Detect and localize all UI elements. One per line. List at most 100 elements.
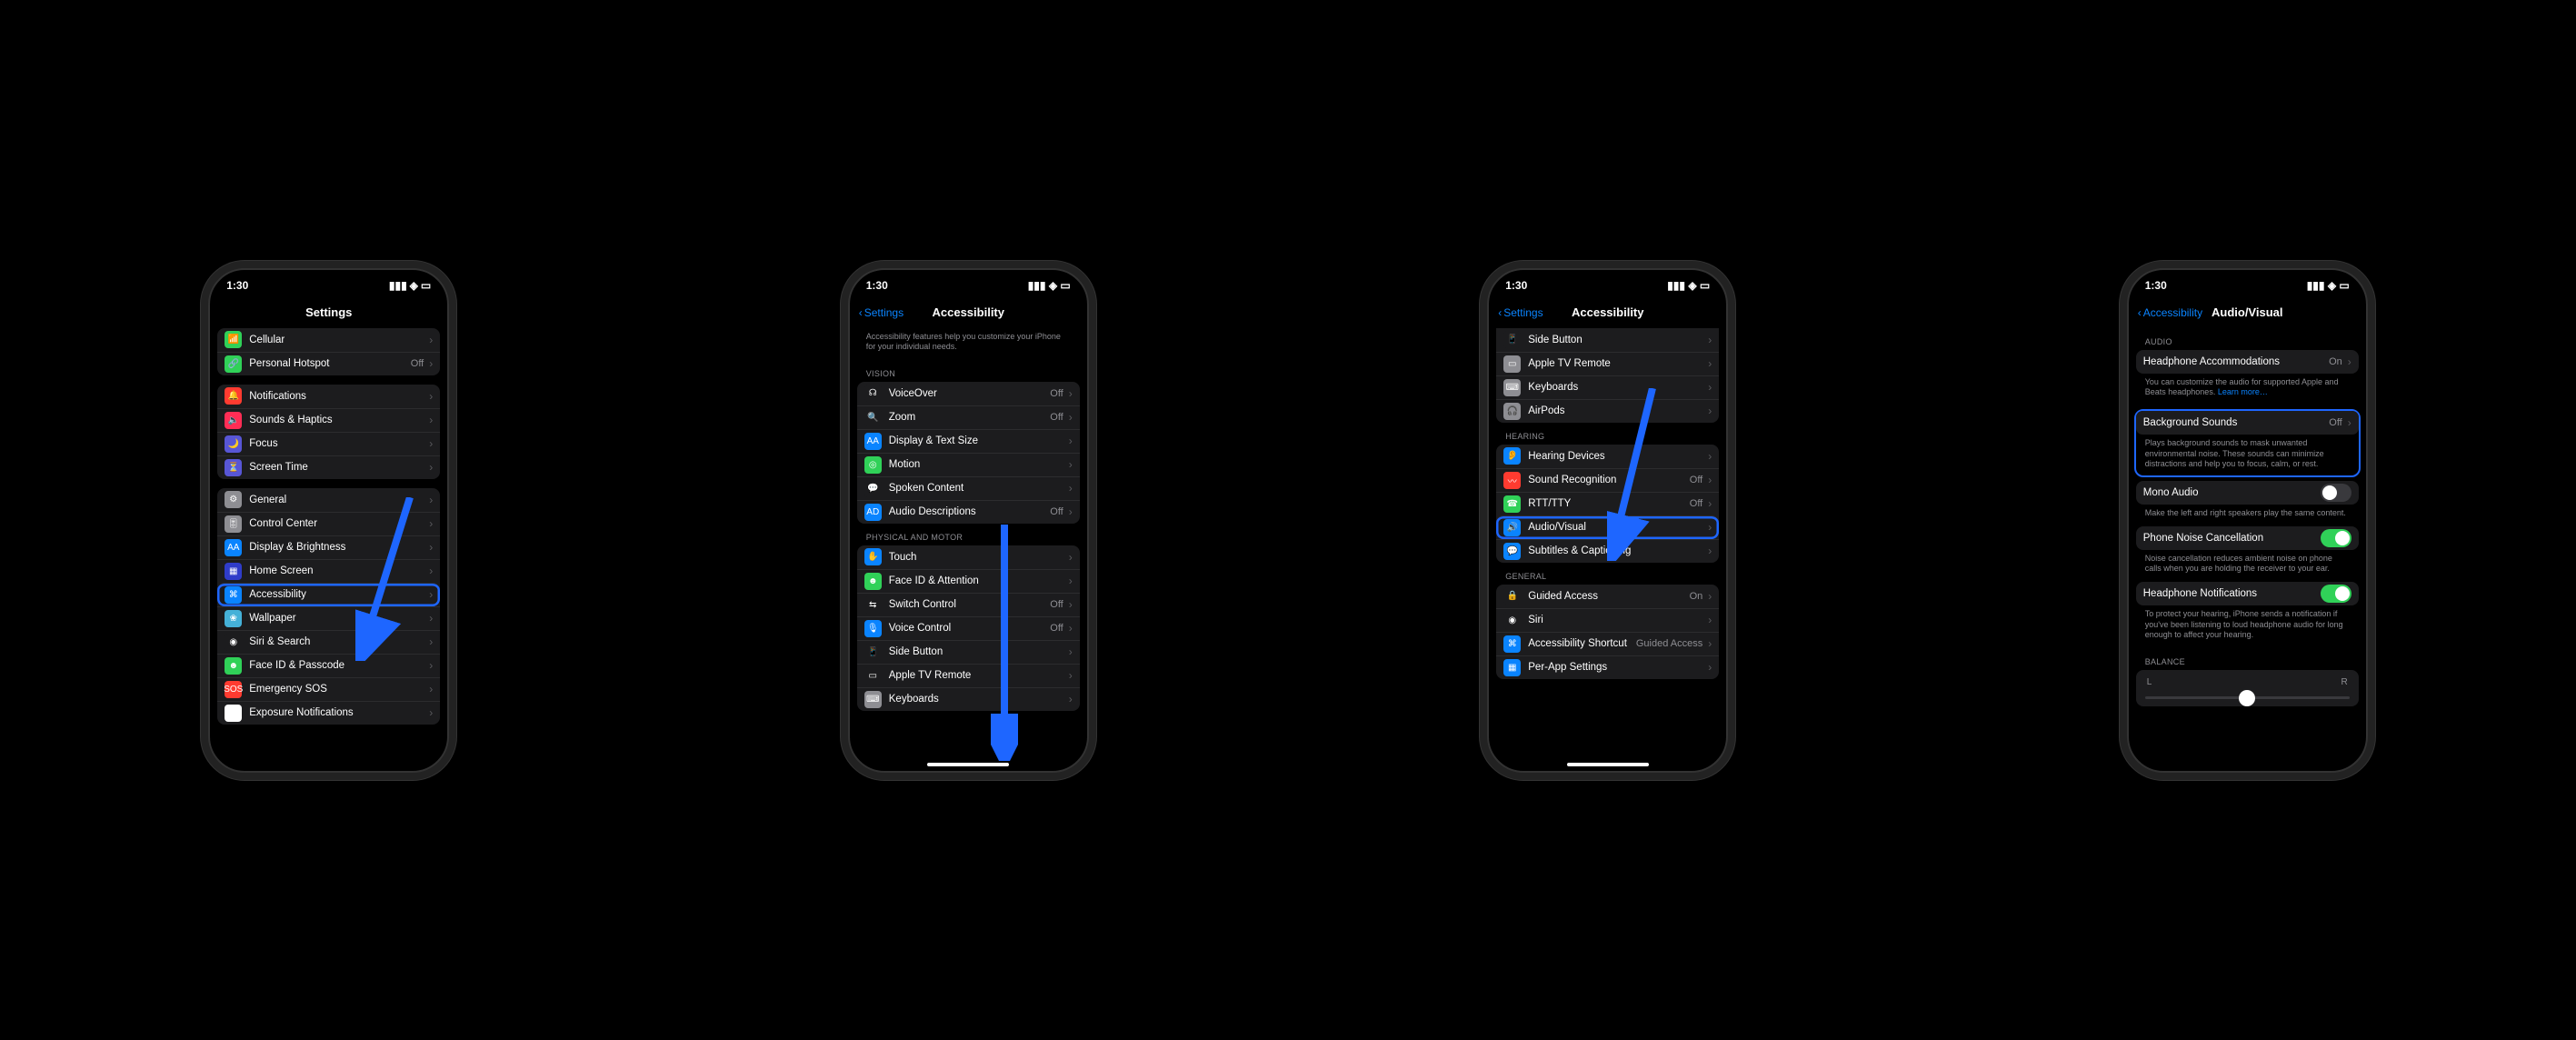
row-guided-access[interactable]: 🔒Guided AccessOn› [1496,585,1719,608]
settings-list[interactable]: 📶Cellular›🔗Personal HotspotOff› 🔔Notific… [210,328,447,771]
row-headphone-accommodations[interactable]: Headphone Accommodations On › [2136,350,2359,374]
chevron-left-icon: ‹ [2138,306,2142,319]
row-audio-descriptions[interactable]: ADAudio DescriptionsOff› [857,500,1080,524]
row-face-id-passcode[interactable]: ☻Face ID & Passcode› [217,654,440,677]
subtitles-captioning-icon: 💬 [1503,543,1521,560]
home-indicator[interactable] [1567,763,1649,766]
row-value: Off [1050,412,1063,423]
row-motion[interactable]: ◎Motion› [857,453,1080,476]
row-hearing-devices[interactable]: 👂Hearing Devices› [1496,445,1719,468]
chevron-right-icon: › [429,494,433,506]
accessibility-icon: ⌘ [225,586,242,604]
row-headphone-notifications[interactable]: Headphone Notifications [2136,582,2359,605]
touch-icon: ✋ [864,548,882,565]
row-siri[interactable]: ◉Siri› [1496,608,1719,632]
toggle-mono-audio[interactable] [2321,484,2351,502]
row-display-text-size[interactable]: AADisplay & Text Size› [857,429,1080,453]
row-notifications[interactable]: 🔔Notifications› [217,385,440,408]
row-display-brightness[interactable]: AADisplay & Brightness› [217,535,440,559]
row-exposure-notifications[interactable]: ⊙Exposure Notifications› [217,701,440,725]
row-siri-search[interactable]: ◉Siri & Search› [217,630,440,654]
row-noise-cancellation[interactable]: Phone Noise Cancellation [2136,526,2359,550]
back-button[interactable]: ‹ Settings [859,297,904,328]
row-audio-visual[interactable]: 🔊Audio/Visual› [1496,515,1719,539]
row-label: General [249,495,425,505]
row-side-button[interactable]: 📱Side Button› [1496,328,1719,352]
row-apple-tv-remote[interactable]: ▭Apple TV Remote› [857,664,1080,687]
nav-header: ‹ Settings Accessibility [850,297,1087,328]
audio-visual-list[interactable]: AUDIO Headphone Accommodations On › You … [2129,328,2366,771]
nav-header: ‹ Settings Accessibility [1489,297,1726,328]
status-icons: ▮▮▮ ◈ ▭ [1028,279,1071,292]
row-label: Siri [1528,615,1704,625]
row-label: Motion [889,459,1065,470]
row-voice-control[interactable]: 🎙Voice ControlOff› [857,616,1080,640]
toggle-headphone-notifications[interactable] [2321,585,2351,603]
row-accessibility[interactable]: ⌘Accessibility› [217,583,440,606]
accessibility-list[interactable]: Accessibility features help you customiz… [850,328,1087,771]
slider-thumb[interactable] [2239,690,2255,706]
back-button[interactable]: ‹ Settings [1498,297,1543,328]
phone-audio-visual: 1:30 ▮▮▮ ◈ ▭ ‹ Accessibility Audio/Visua… [2127,268,2368,773]
row-subtitles-captioning[interactable]: 💬Subtitles & Captioning› [1496,539,1719,563]
chevron-right-icon: › [429,414,433,426]
hpn-body: To protect your hearing, iPhone sends a … [2136,605,2359,648]
chevron-left-icon: ‹ [859,306,863,319]
chevron-right-icon: › [429,334,433,346]
row-wallpaper[interactable]: ❀Wallpaper› [217,606,440,630]
chevron-right-icon: › [2348,416,2351,429]
slider-track[interactable] [2145,696,2350,699]
row-control-center[interactable]: 🎚Control Center› [217,512,440,535]
chevron-right-icon: › [1069,458,1073,471]
chevron-right-icon: › [1069,482,1073,495]
row-personal-hotspot[interactable]: 🔗Personal HotspotOff› [217,352,440,375]
row-voiceover[interactable]: ☊VoiceOverOff› [857,382,1080,405]
row-label: Side Button [1528,335,1704,345]
row-spoken-content[interactable]: 💬Spoken Content› [857,476,1080,500]
row-general[interactable]: ⚙General› [217,488,440,512]
row-label: Subtitles & Captioning [1528,545,1704,556]
section-general: GENERAL [1496,563,1719,585]
toggle-noise-cancellation[interactable] [2321,529,2351,547]
learn-more-link[interactable]: Learn more… [2218,387,2268,396]
row-side-button[interactable]: 📱Side Button› [857,640,1080,664]
row-label: Keyboards [1528,382,1704,393]
chevron-right-icon: › [2348,355,2351,368]
row-cellular[interactable]: 📶Cellular› [217,328,440,352]
row-emergency-sos[interactable]: SOSEmergency SOS› [217,677,440,701]
row-screen-time[interactable]: ⏳Screen Time› [217,455,440,479]
row-airpods[interactable]: 🎧AirPods› [1496,399,1719,423]
zoom-icon: 🔍 [864,409,882,426]
row-touch[interactable]: ✋Touch› [857,545,1080,569]
accessibility-list[interactable]: 📱Side Button›▭Apple TV Remote›⌨Keyboards… [1489,328,1726,771]
balance-slider[interactable]: L R [2136,670,2359,699]
chevron-right-icon: › [1708,497,1712,510]
home-indicator[interactable] [927,763,1009,766]
row-apple-tv-remote[interactable]: ▭Apple TV Remote› [1496,352,1719,375]
row-face-id-attention[interactable]: ☻Face ID & Attention› [857,569,1080,593]
row-zoom[interactable]: 🔍ZoomOff› [857,405,1080,429]
row-label: RTT/TTY [1528,498,1690,509]
row-mono-audio[interactable]: Mono Audio [2136,481,2359,505]
row-sound-recognition[interactable]: 〰Sound RecognitionOff› [1496,468,1719,492]
mono-body: Make the left and right speakers play th… [2136,505,2359,526]
row-per-app-settings[interactable]: ▦Per-App Settings› [1496,655,1719,679]
row-accessibility-shortcut[interactable]: ⌘Accessibility ShortcutGuided Access› [1496,632,1719,655]
phone-settings: 1:30 ▮▮▮ ◈ ▭ Settings 📶Cellular›🔗Persona… [208,268,449,773]
section-audio: AUDIO [2136,328,2359,350]
row-keyboards[interactable]: ⌨Keyboards› [1496,375,1719,399]
back-button[interactable]: ‹ Accessibility [2138,297,2202,328]
row-background-sounds[interactable]: Background Sounds Off › [2136,411,2359,435]
row-label: Display & Text Size [889,435,1065,446]
row-keyboards[interactable]: ⌨Keyboards› [857,687,1080,711]
row-label: Accessibility Shortcut [1528,638,1636,649]
row-label: Emergency SOS [249,684,425,695]
row-home-screen[interactable]: ▦Home Screen› [217,559,440,583]
chevron-right-icon: › [429,437,433,450]
row-label: Touch [889,552,1065,563]
row-switch-control[interactable]: ⇆Switch ControlOff› [857,593,1080,616]
row-sounds-haptics[interactable]: 🔈Sounds & Haptics› [217,408,440,432]
row-focus[interactable]: 🌙Focus› [217,432,440,455]
row-rtt-tty[interactable]: ☎RTT/TTYOff› [1496,492,1719,515]
intro-text: Accessibility features help you customiz… [857,328,1080,360]
